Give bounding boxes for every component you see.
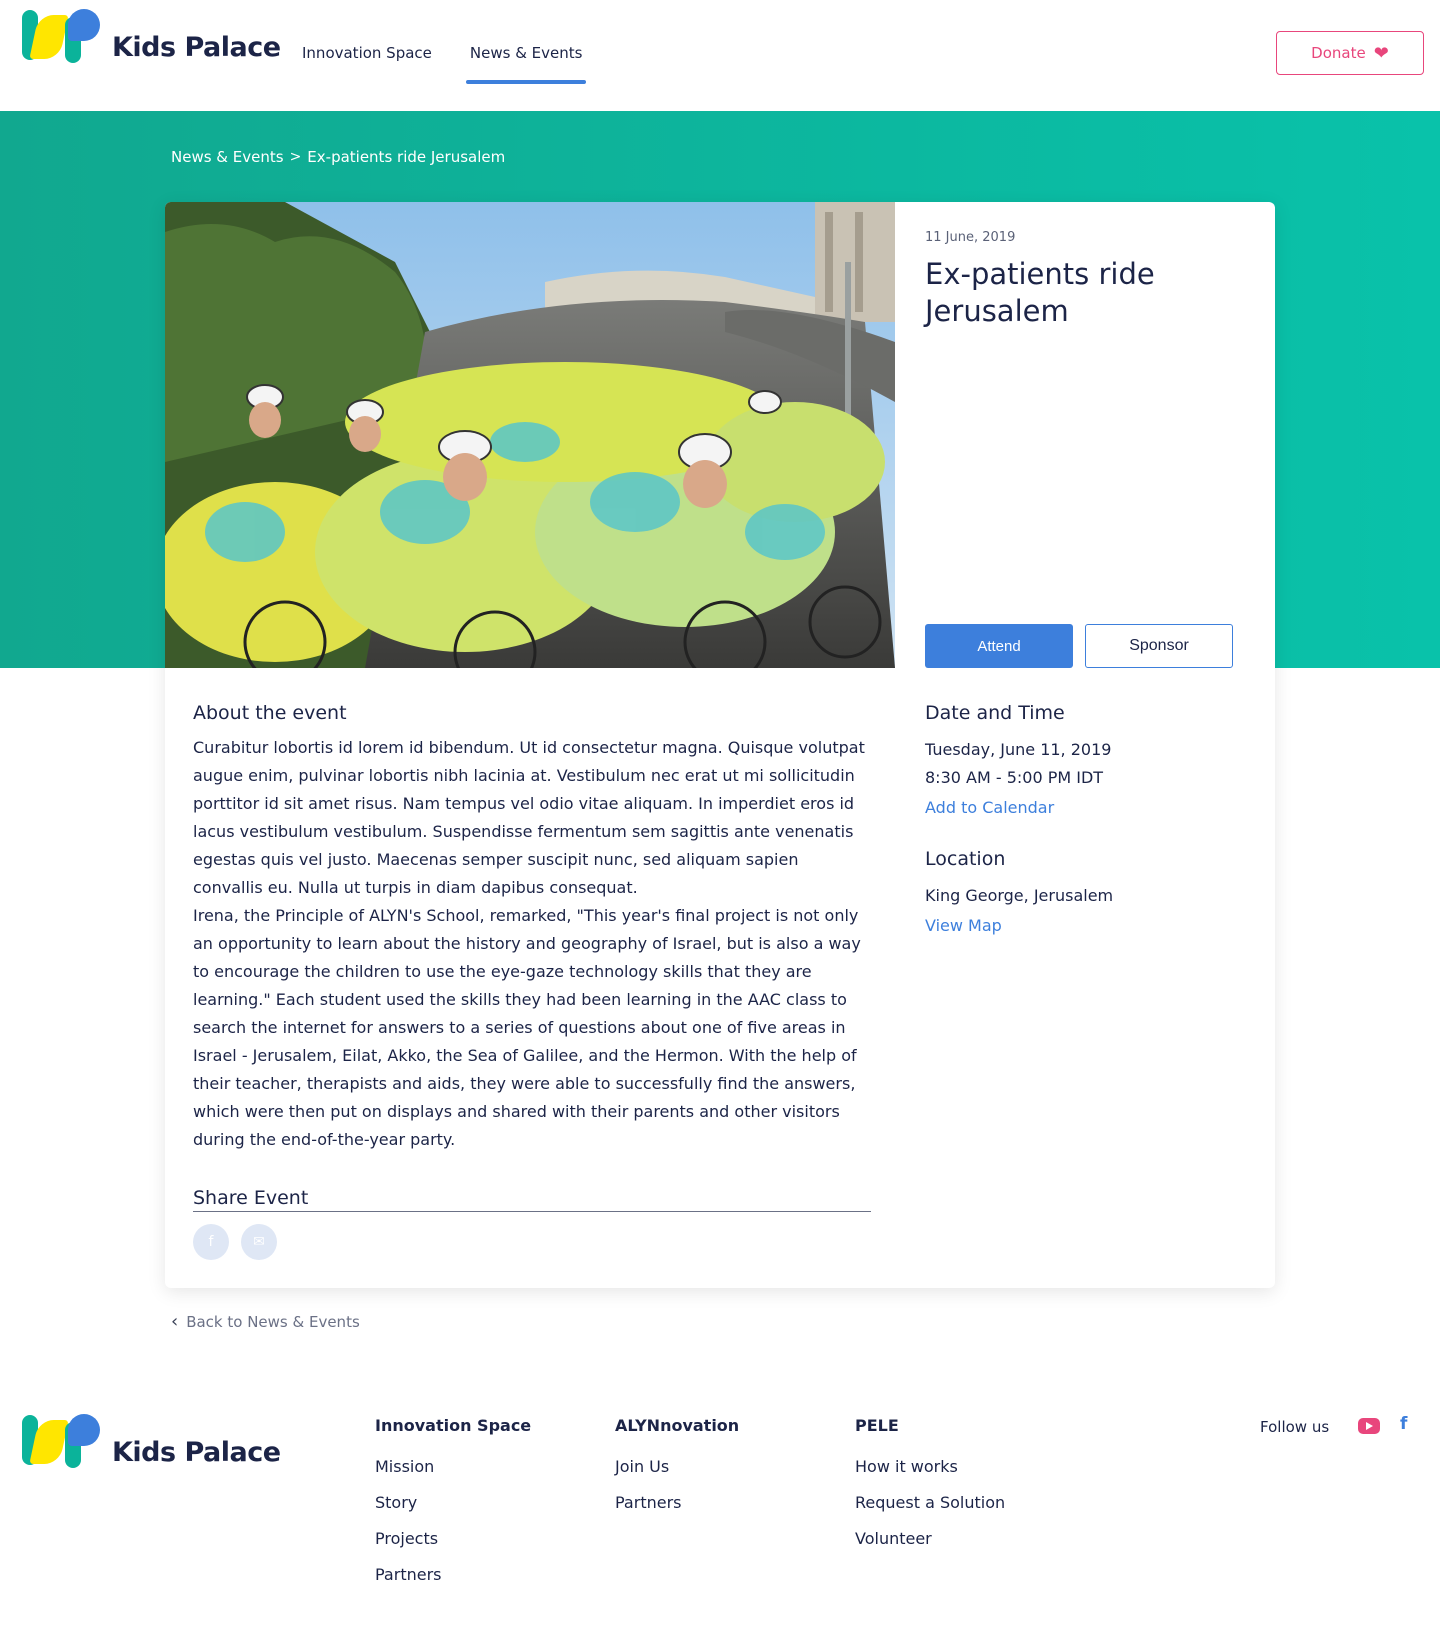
sponsor-button[interactable]: Sponsor [1085,624,1233,668]
footer-link-projects[interactable]: Projects [375,1521,531,1557]
event-title: Ex-patients ride Jerusalem [925,257,1155,328]
view-map-link[interactable]: View Map [925,914,1245,938]
back-link-label: Back to News & Events [186,1312,360,1331]
footer-brand-name: Kids Palace [112,1437,281,1468]
about-heading: About the event [193,702,347,724]
facebook-icon[interactable]: f [1400,1414,1407,1434]
about-section: About the event Curabitur lobortis id lo… [193,702,873,1154]
youtube-icon[interactable] [1358,1418,1380,1434]
attend-button[interactable]: Attend [925,624,1073,668]
kp-logo-mark [22,1413,100,1468]
nav-item-innovation-space[interactable]: Innovation Space [290,0,444,106]
share-heading: Share Event [193,1187,871,1212]
event-date: 11 June, 2019 [925,230,1016,245]
nav-item-news-events[interactable]: News & Events [458,0,595,106]
breadcrumb: News & Events > Ex-patients ride Jerusal… [171,148,505,166]
facebook-share-icon[interactable]: f [193,1224,229,1260]
footer-heading[interactable]: Innovation Space [375,1416,531,1435]
location-heading: Location [925,848,1006,870]
footer-link-story[interactable]: Story [375,1485,531,1521]
breadcrumb-current: Ex-patients ride Jerusalem [307,148,506,166]
share-section: Share Event f ✉ [193,1187,871,1260]
footer-link-partners[interactable]: Partners [615,1485,739,1521]
event-details: Date and Time Tuesday, June 11, 2019 8:3… [925,702,1245,938]
heart-icon: ❤ [1373,42,1389,64]
footer-heading[interactable]: ALYNnovation [615,1416,739,1435]
kp-logo-mark [22,8,100,63]
footer-heading[interactable]: PELE [855,1416,1005,1435]
footer-link-join-us[interactable]: Join Us [615,1449,739,1485]
footer-link-how-it-works[interactable]: How it works [855,1449,1005,1485]
about-paragraph-2: Irena, the Principle of ALYN's School, r… [193,906,861,1149]
email-share-icon[interactable]: ✉ [241,1224,277,1260]
breadcrumb-parent-link[interactable]: News & Events [171,148,284,166]
add-to-calendar-link[interactable]: Add to Calendar [925,796,1245,820]
event-photo [165,202,895,668]
share-icons: f ✉ [193,1224,871,1260]
footer-link-volunteer[interactable]: Volunteer [855,1521,1005,1557]
event-card: 11 June, 2019 Ex-patients ride Jerusalem… [165,202,1275,1288]
footer-column-innovation-space: Innovation Space Mission Story Projects … [375,1416,531,1593]
footer-logo[interactable]: Kids Palace [22,1413,281,1468]
brand-name: Kids Palace [112,32,281,63]
breadcrumb-separator-icon: > [289,149,302,165]
footer-column-pele: PELE How it works Request a Solution Vol… [855,1416,1005,1557]
site-header: Kids Palace Innovation Space News & Even… [0,0,1440,111]
follow-us-label: Follow us [1260,1418,1330,1436]
donate-button[interactable]: Donate ❤ [1276,31,1424,75]
footer-link-request-a-solution[interactable]: Request a Solution [855,1485,1005,1521]
header-logo[interactable]: Kids Palace [22,8,281,63]
footer-link-partners[interactable]: Partners [375,1557,531,1593]
event-time: 8:30 AM - 5:00 PM IDT [925,768,1104,787]
donate-label: Donate [1311,44,1366,62]
footer-column-alynnovation: ALYNnovation Join Us Partners [615,1416,739,1521]
about-paragraph-1: Curabitur lobortis id lorem id bibendum.… [193,738,865,897]
chevron-left-icon: ‹ [171,1311,179,1332]
footer-link-mission[interactable]: Mission [375,1449,531,1485]
event-full-date: Tuesday, June 11, 2019 [925,740,1112,759]
event-location: King George, Jerusalem [925,886,1114,905]
main-nav: Innovation Space News & Events [290,0,608,106]
datetime-heading: Date and Time [925,702,1065,724]
back-link[interactable]: ‹ Back to News & Events [171,1311,360,1332]
